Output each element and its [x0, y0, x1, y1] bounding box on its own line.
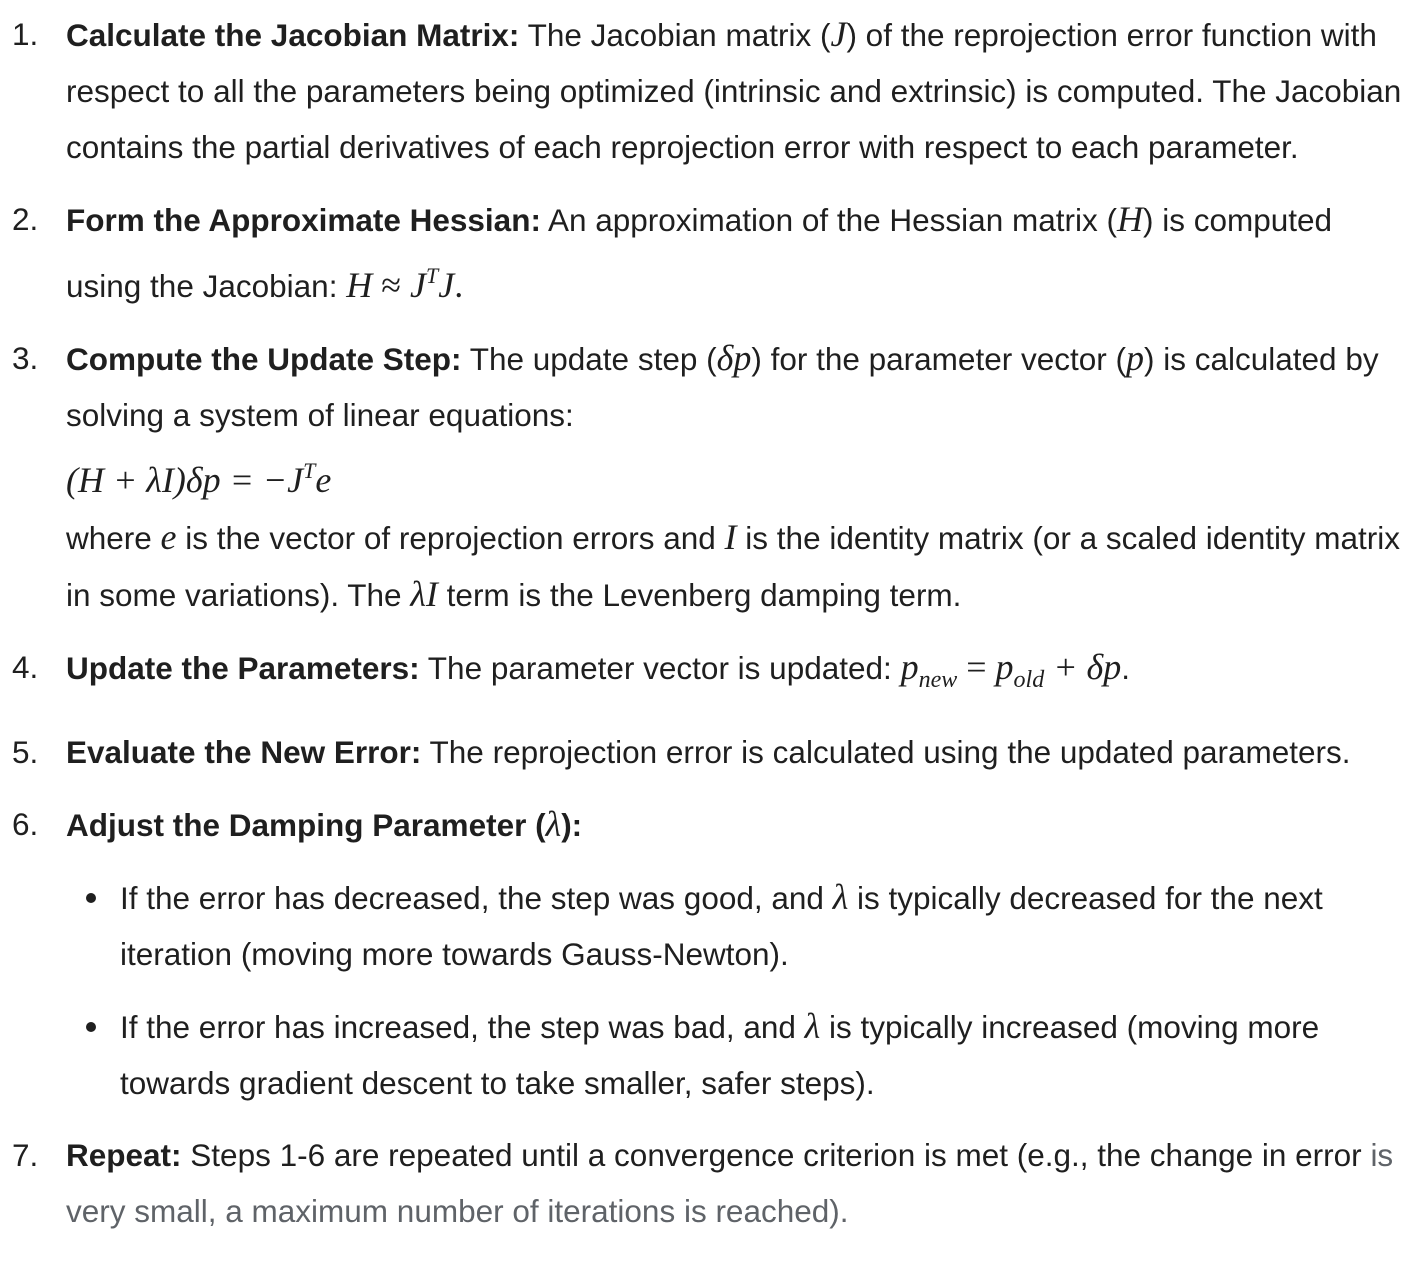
- math-symbol: e: [315, 460, 332, 500]
- math-symbol: p: [1125, 338, 1144, 378]
- step-text: The parameter vector is updated:: [419, 650, 901, 686]
- bullet-list: If the error has decreased, the step was…: [66, 869, 1408, 1111]
- step-text: An approximation of the Hessian matrix (: [540, 202, 1117, 238]
- step-number: 4.: [12, 649, 39, 685]
- step-number: 1.: [12, 16, 39, 52]
- step-text: The reprojection error is calculated usi…: [421, 734, 1351, 770]
- math-superscript: T: [425, 263, 439, 288]
- math-superscript: T: [303, 458, 316, 483]
- math-operator: =: [957, 647, 996, 687]
- document-page: 1. Calculate the Jacobian Matrix: The Ja…: [0, 0, 1416, 1266]
- list-item-step-2: 2. Form the Approximate Hessian: An appr…: [0, 191, 1416, 314]
- step-text: where: [66, 520, 161, 556]
- step-text: Steps 1-6 are repeated until a convergen…: [181, 1137, 1371, 1173]
- bullet-text: If the error has decreased, the step was…: [120, 880, 833, 916]
- math-symbol: J: [438, 265, 455, 305]
- step-title: Form the Approximate Hessian:: [66, 202, 541, 238]
- math-symbol: H: [346, 265, 373, 305]
- step-title: Calculate the Jacobian Matrix:: [66, 17, 520, 53]
- math-symbol: e: [160, 517, 177, 557]
- step-title: Compute the Update Step:: [66, 341, 462, 377]
- steps-list: 1. Calculate the Jacobian Matrix: The Ja…: [0, 0, 1416, 1239]
- step-number: 3.: [12, 340, 39, 376]
- math-symbol: λ: [804, 1006, 821, 1046]
- math-subscript: old: [1013, 667, 1045, 693]
- list-item-step-7: 7. Repeat: Steps 1-6 are repeated until …: [0, 1127, 1416, 1239]
- math-symbol: p: [995, 647, 1014, 687]
- step-text: The Jacobian matrix (: [519, 17, 831, 53]
- step-title: Repeat:: [66, 1137, 182, 1173]
- bullet-dot-icon: [86, 1022, 96, 1032]
- math-punctuation: .: [454, 265, 464, 305]
- step-number: 7.: [12, 1137, 39, 1173]
- step-title: Adjust the Damping Parameter (: [66, 807, 546, 843]
- step-text: term is the Levenberg damping term.: [437, 577, 962, 613]
- math-symbol: λI: [410, 574, 438, 614]
- step-text: ) for the parameter vector (: [751, 341, 1126, 377]
- step-number: 2.: [12, 201, 39, 237]
- list-item-step-3: 3. Compute the Update Step: The update s…: [0, 330, 1416, 623]
- list-item-step-5: 5. Evaluate the New Error: The reproject…: [0, 724, 1416, 780]
- math-symbol: H: [1116, 199, 1143, 239]
- math-symbol: λ: [832, 877, 849, 917]
- math-expression: (H + λI)δp = −J: [66, 460, 304, 500]
- list-item: If the error has increased, the step was…: [66, 998, 1408, 1111]
- math-symbol: J: [830, 14, 847, 54]
- list-item-step-4: 4. Update the Parameters: The parameter …: [0, 639, 1416, 708]
- step-text: is the vector of reprojection errors and: [176, 520, 725, 556]
- step-number: 5.: [12, 734, 39, 770]
- list-item-step-6: 6. Adjust the Damping Parameter (λ): If …: [0, 796, 1416, 1111]
- math-subscript: new: [918, 667, 958, 693]
- math-symbol: J: [409, 265, 426, 305]
- step-title: Update the Parameters:: [66, 650, 420, 686]
- step-number: 6.: [12, 806, 39, 842]
- list-item: If the error has decreased, the step was…: [66, 869, 1408, 982]
- math-operator: ≈: [372, 265, 410, 305]
- step-title: ):: [561, 807, 583, 843]
- display-equation: (H + λI)δp = −JTe: [66, 443, 1408, 509]
- bullet-text: If the error has increased, the step was…: [120, 1009, 805, 1045]
- list-item-step-1: 1. Calculate the Jacobian Matrix: The Ja…: [0, 6, 1416, 175]
- bullet-dot-icon: [86, 893, 96, 903]
- math-symbol: p: [900, 647, 919, 687]
- math-expression: + δp: [1044, 647, 1122, 687]
- step-text: .: [1121, 650, 1131, 686]
- step-title: Evaluate the New Error:: [66, 734, 422, 770]
- math-symbol: I: [724, 517, 737, 557]
- math-symbol: λ: [545, 804, 562, 844]
- math-symbol: δp: [716, 338, 752, 378]
- step-text: The update step (: [461, 341, 717, 377]
